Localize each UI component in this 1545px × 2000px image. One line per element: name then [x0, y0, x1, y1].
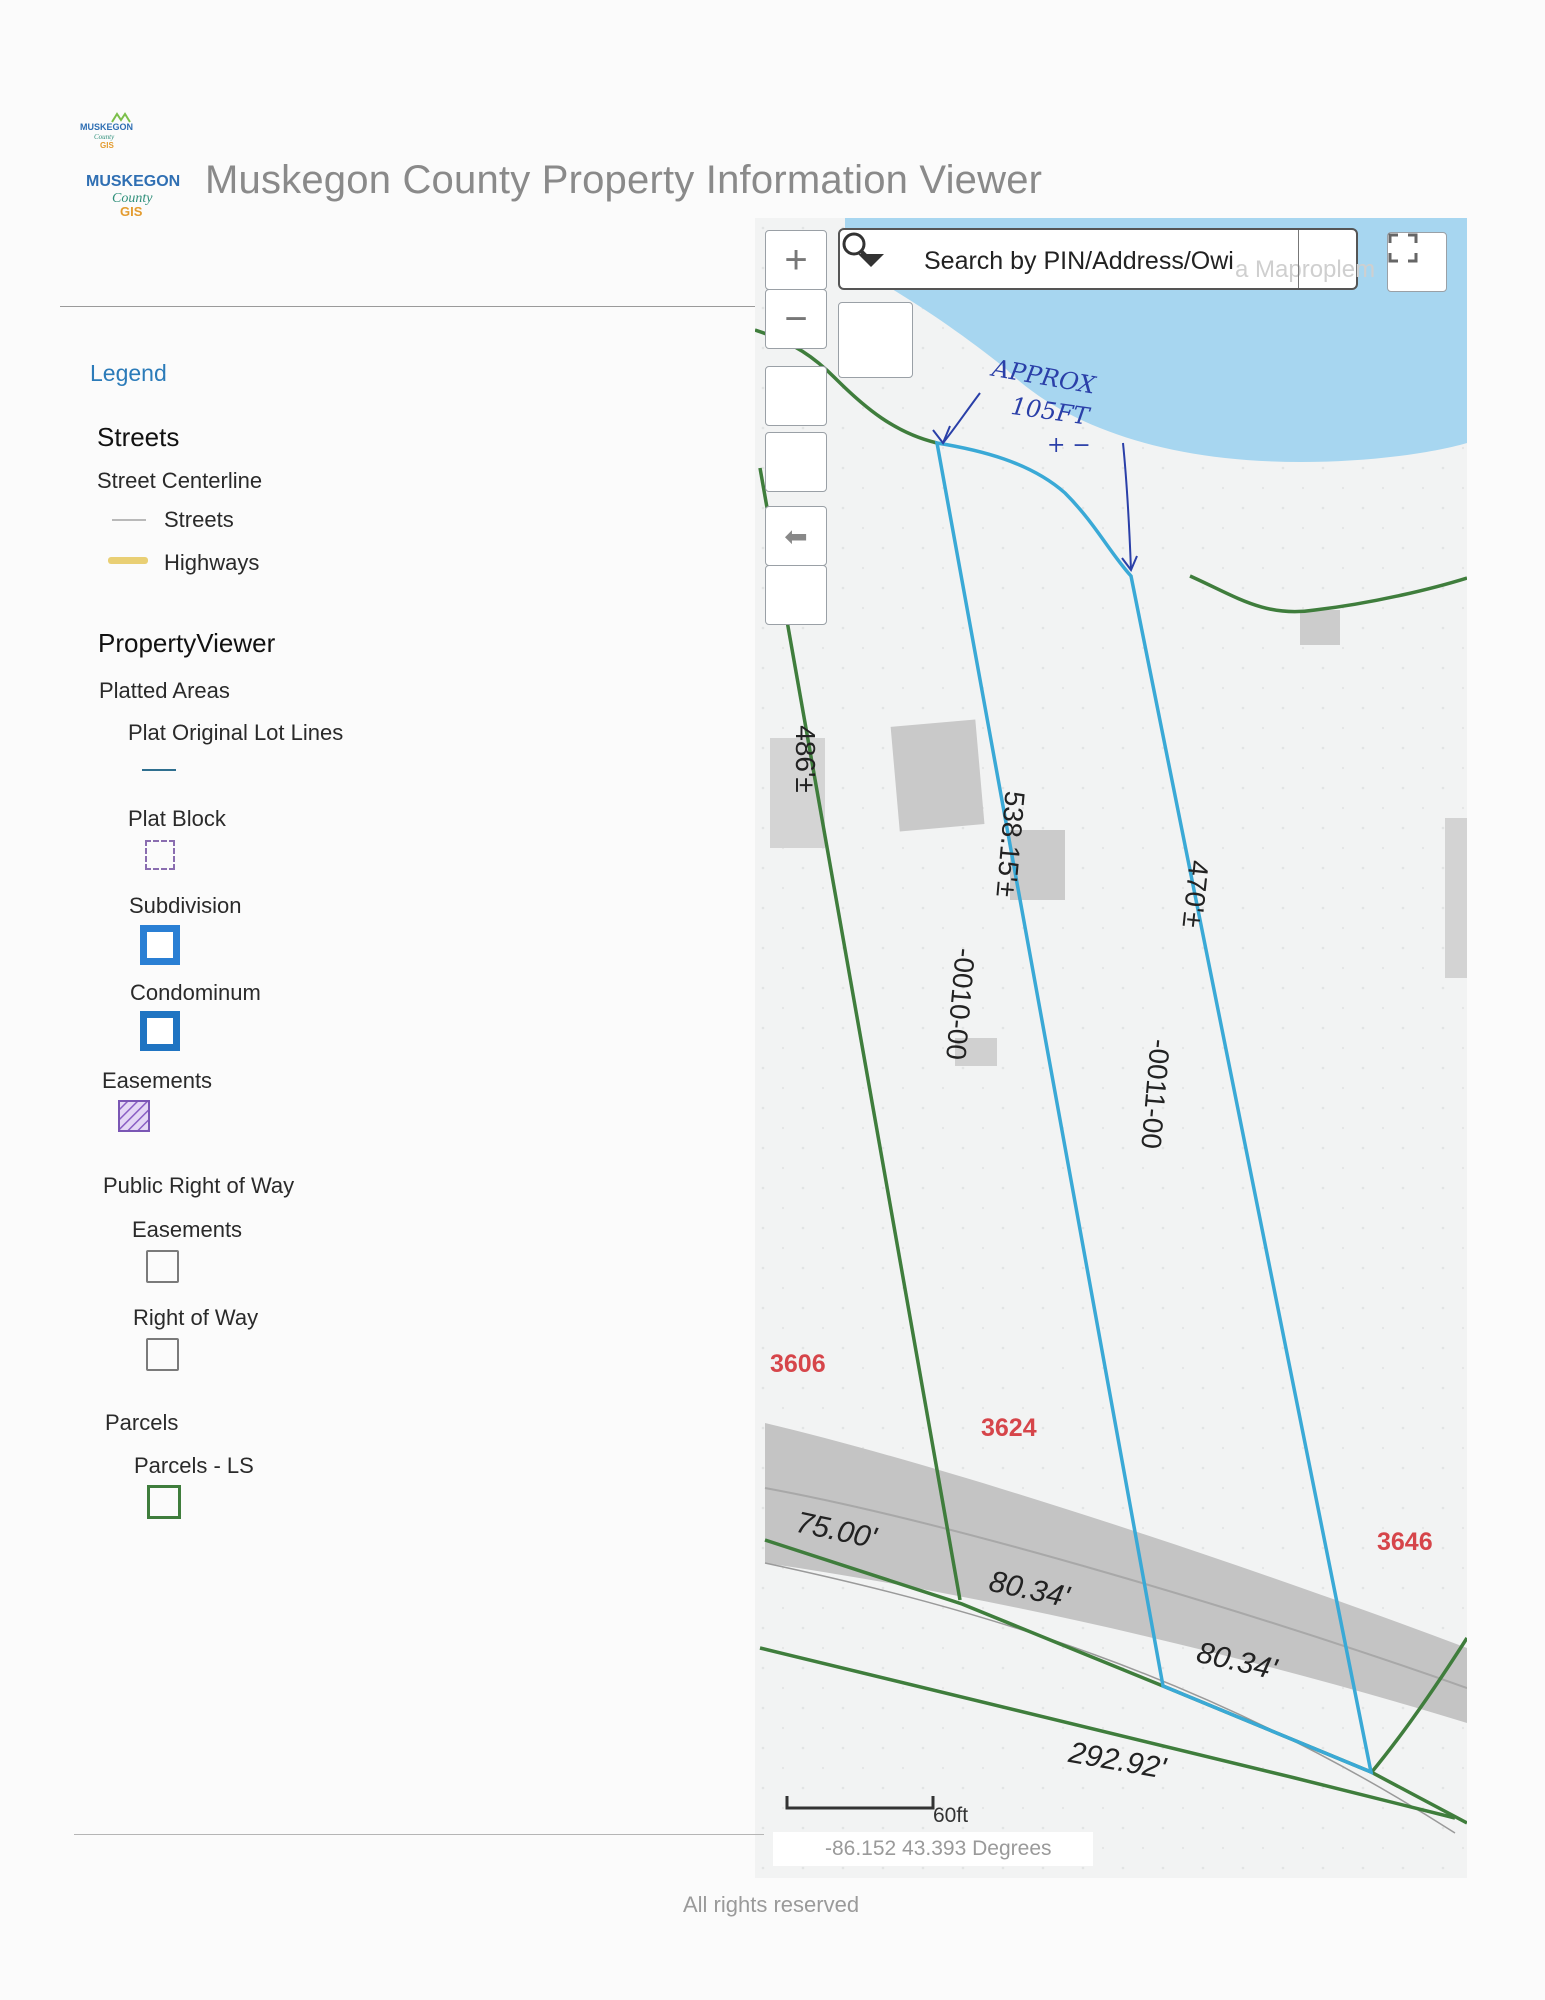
highways-swatch: [108, 557, 148, 564]
scale-label: 60ft: [933, 1804, 969, 1827]
handwritten-plus-minus: + −: [1047, 433, 1091, 458]
legend-plat-block: Plat Block: [128, 806, 226, 831]
scale-bar: [785, 1796, 935, 1810]
plat-lot-lines-swatch: [142, 769, 176, 771]
dim-west-line: 486'±: [790, 725, 821, 793]
right-of-way-swatch: [146, 1338, 179, 1371]
parcels-ls-swatch: [147, 1485, 181, 1519]
subdivision-swatch: [140, 925, 180, 965]
locate-button[interactable]: [765, 432, 827, 492]
legend-propertyviewer-heading: PropertyViewer: [98, 628, 276, 658]
legend-condominum: Condominum: [130, 980, 261, 1005]
map-canvas[interactable]: [755, 218, 1467, 1878]
legend-streets-heading: Streets: [97, 422, 180, 452]
zoom-in-button[interactable]: +: [765, 230, 827, 290]
svg-text:GIS: GIS: [120, 204, 143, 218]
building: [890, 719, 985, 832]
fullscreen-icon: [1388, 233, 1418, 263]
legend-title: Legend: [90, 360, 167, 386]
legend-right-of-way: Right of Way: [133, 1305, 259, 1330]
fullscreen-button[interactable]: [1387, 232, 1447, 292]
svg-text:GIS: GIS: [100, 141, 114, 150]
coordinates-readout: -86.152 43.393 Degrees: [773, 1832, 1093, 1866]
plat-block-swatch: [145, 840, 175, 870]
legend-streets: Streets: [164, 507, 234, 532]
muskegon-logo-small: MUSKEGON County GIS: [80, 112, 133, 150]
map-view[interactable]: APPROX 105FT + − 486'± 538.15'± 470'± -0…: [755, 218, 1467, 1878]
home-button[interactable]: [765, 366, 827, 426]
zoom-out-button[interactable]: −: [765, 289, 827, 349]
easements-hatch-swatch: [118, 1100, 150, 1132]
address-3646: 3646: [1377, 1528, 1433, 1556]
back-arrow-icon: ⬅: [784, 520, 808, 552]
condominum-swatch: [140, 1011, 180, 1051]
muskegon-logo: MUSKEGON County GIS: [86, 173, 180, 218]
legend-street-centerline: Street Centerline: [97, 468, 263, 493]
legend-public-row: Public Right of Way: [103, 1173, 295, 1198]
legend-prw-easements: Easements: [132, 1217, 243, 1242]
search-input[interactable]: Search by PIN/Address/Owi: [924, 247, 1248, 276]
search-divider: [1298, 230, 1299, 288]
legend-highways: Highways: [164, 550, 260, 575]
legend-subdivision: Subdivision: [129, 893, 242, 918]
back-arrow-button[interactable]: ⬅: [765, 506, 827, 566]
address-3624: 3624: [981, 1414, 1037, 1442]
svg-text:County: County: [94, 133, 115, 141]
prw-easements-swatch: [146, 1250, 179, 1283]
map-tool-button[interactable]: [838, 302, 913, 378]
app-title: Muskegon County Property Information Vie…: [205, 158, 1043, 202]
search-ghost-text: a Maproplem: [1235, 256, 1376, 283]
header-divider: [60, 306, 760, 307]
svg-text:MUSKEGON: MUSKEGON: [80, 122, 133, 132]
footer-text: All rights reserved: [683, 1892, 860, 1917]
legend-easements: Easements: [102, 1068, 213, 1093]
legend-platted-areas: Platted Areas: [99, 678, 230, 703]
forward-button[interactable]: [765, 565, 827, 625]
legend-parcels: Parcels: [105, 1410, 179, 1435]
streets-swatch: [112, 519, 146, 521]
legend-plat-lot-lines: Plat Original Lot Lines: [128, 720, 344, 745]
legend-parcels-ls: Parcels - LS: [134, 1453, 254, 1478]
svg-text:MUSKEGON: MUSKEGON: [86, 173, 180, 190]
building: [1445, 818, 1467, 978]
footer-divider: [74, 1834, 764, 1835]
address-3606: 3606: [770, 1350, 826, 1378]
search-icon[interactable]: [840, 230, 876, 266]
search-box[interactable]: a Maproplem Search by PIN/Address/Owi: [838, 228, 1375, 290]
building: [1300, 610, 1340, 645]
